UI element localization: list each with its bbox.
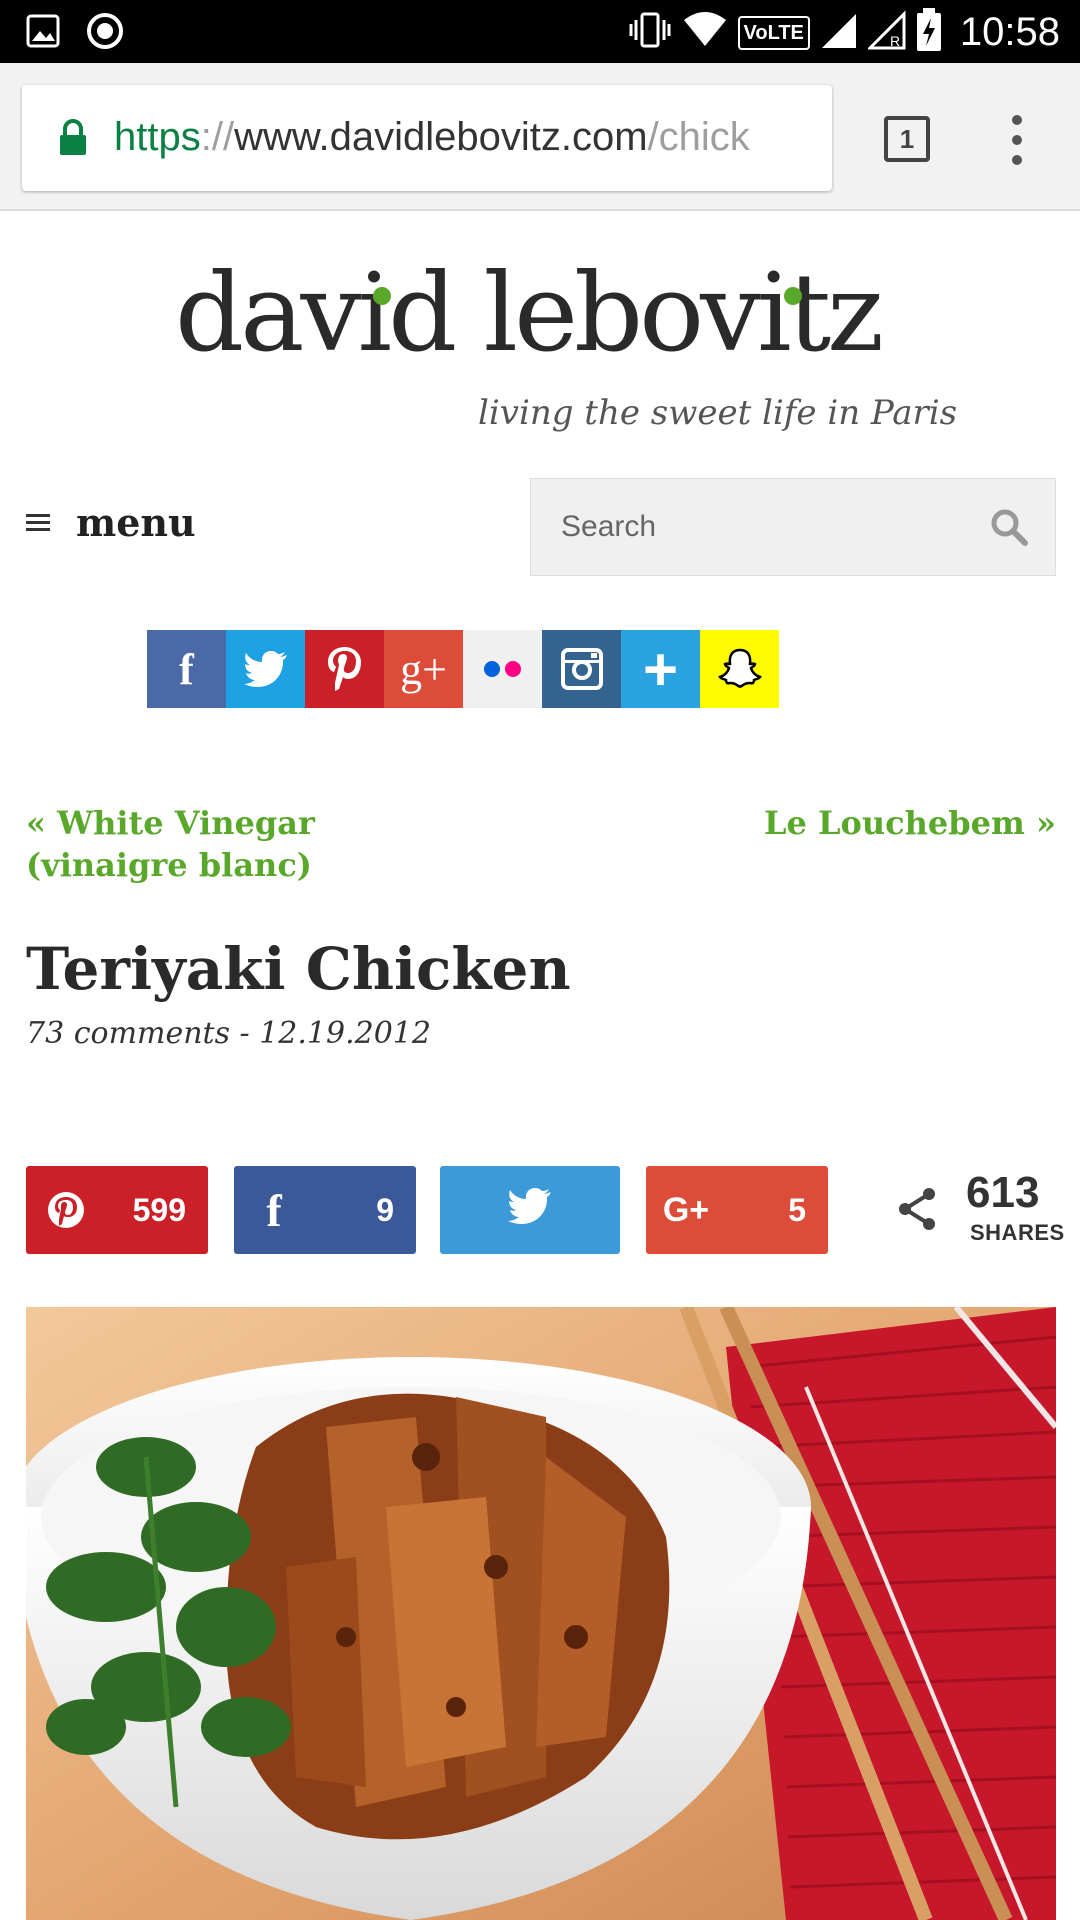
signal-roaming-icon: R (866, 10, 906, 55)
logo-dot-i2 (784, 287, 802, 305)
search-box (530, 478, 1056, 576)
share-total[interactable]: 613 SHARES (866, 1166, 1064, 1254)
menu-button[interactable]: menu (26, 500, 196, 545)
facebook-icon: f (266, 1184, 282, 1236)
volte-icon: VoLTE (737, 15, 810, 50)
search-input[interactable] (531, 479, 971, 575)
battery-charging-icon (916, 8, 942, 57)
google-plus-share-button[interactable]: G+ 5 (646, 1166, 828, 1254)
svg-text:R: R (890, 33, 900, 49)
record-icon (86, 12, 124, 55)
tab-switcher-button[interactable]: 1 (884, 116, 930, 162)
search-icon[interactable] (989, 507, 1029, 552)
logo-title: david lebovitz (175, 251, 884, 376)
url-scheme: https (114, 115, 201, 159)
facebook-share-count: 9 (376, 1191, 394, 1228)
snapchat-icon[interactable] (700, 630, 779, 708)
twitter-share-button[interactable] (440, 1166, 620, 1254)
site-tagline: living the sweet life in Paris (478, 393, 958, 433)
address-bar[interactable]: https://www.davidlebovitz.com/chick (22, 85, 832, 191)
twitter-icon[interactable] (226, 630, 305, 708)
share-total-label: SHARES (970, 1220, 1065, 1245)
facebook-share-button[interactable]: f 9 (234, 1166, 416, 1254)
facebook-icon[interactable]: f (147, 630, 226, 708)
browser-toolbar: https://www.davidlebovitz.com/chick 1 (0, 63, 1080, 211)
flickr-icon[interactable] (463, 630, 542, 708)
twitter-icon (508, 1188, 552, 1232)
previous-post-link[interactable]: « White Vinegar (vinaigre blanc) (26, 802, 466, 886)
lock-icon (58, 119, 88, 162)
featured-photo-teriyaki-chicken (26, 1307, 1056, 1920)
pinterest-share-count: 599 (132, 1191, 186, 1228)
overflow-menu-icon[interactable] (1010, 115, 1024, 165)
signal-icon (820, 10, 858, 55)
post-title: Teriyaki Chicken (26, 935, 571, 1003)
hamburger-icon (26, 510, 50, 535)
pinterest-share-button[interactable]: 599 (26, 1166, 208, 1254)
google-plus-icon[interactable]: g+ (384, 630, 463, 708)
url-text[interactable]: https://www.davidlebovitz.com/chick (114, 115, 750, 160)
wifi-icon (682, 10, 728, 55)
vibrate-icon (628, 10, 672, 55)
logo-dot-i (373, 287, 391, 305)
menu-label: menu (76, 500, 196, 545)
google-plus-icon: G+ (662, 1190, 710, 1229)
next-post-link[interactable]: Le Louchebem » (764, 802, 1056, 844)
site-logo[interactable]: david lebovitz living the sweet life in … (0, 251, 1080, 445)
url-path: /chick (647, 115, 750, 159)
status-bar: VoLTE R 10:58 (0, 0, 1080, 63)
share-icon (896, 1186, 938, 1237)
url-separator: :// (200, 115, 235, 159)
clock: 10:58 (959, 10, 1060, 54)
image-icon (26, 14, 60, 53)
post-meta[interactable]: 73 comments - 12.19.2012 (26, 1016, 431, 1051)
url-host: www.davidlebovitz.com (234, 115, 648, 159)
social-follow-row: f g+ + (147, 630, 779, 708)
add-icon[interactable]: + (621, 630, 700, 708)
share-total-count: 613 (966, 1168, 1040, 1217)
share-bar: 599 f 9 G+ 5 613 SHARES (26, 1166, 1064, 1254)
pinterest-icon (26, 1190, 106, 1230)
instagram-icon[interactable] (542, 630, 621, 708)
pinterest-icon[interactable] (305, 630, 384, 708)
google-plus-share-count: 5 (788, 1191, 806, 1228)
